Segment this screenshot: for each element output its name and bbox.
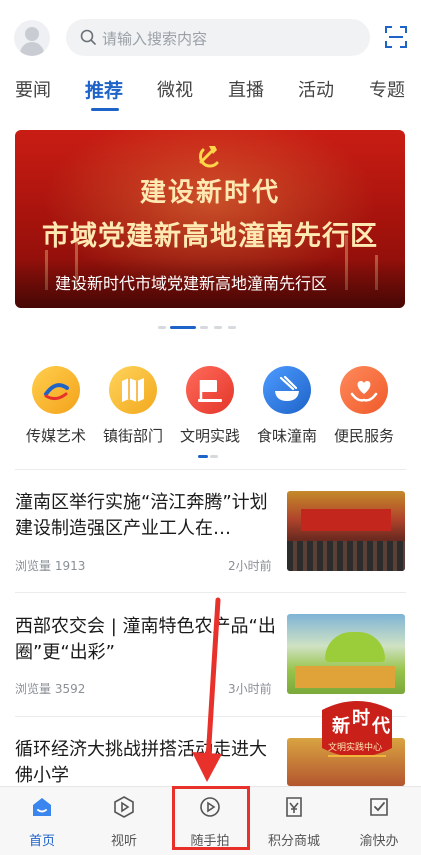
service-label: 食味潼南 — [256, 427, 317, 445]
service-page-dot — [210, 455, 218, 458]
service-tongnan-food[interactable]: 食味潼南 — [245, 366, 329, 446]
thumbnail-audience — [287, 541, 405, 571]
check-clipboard-icon — [370, 798, 388, 816]
nav-label: 首页 — [28, 834, 55, 849]
promo-char-3: 代 — [372, 716, 390, 737]
play-circle-icon — [114, 796, 134, 818]
party-emblem-icon — [198, 146, 219, 168]
carousel-dot — [158, 326, 166, 329]
thumbnail-booth — [325, 632, 385, 662]
nav-points-mall[interactable]: 积分商城 — [252, 795, 336, 849]
tab-tuijian[interactable]: 推荐 — [85, 76, 123, 103]
service-page-dot-active — [198, 455, 208, 458]
tab-zhuanti[interactable]: 专题 — [369, 76, 405, 102]
annotation-highlight-box — [172, 786, 250, 850]
avatar-body-shape — [20, 42, 44, 56]
promo-char-2: 时 — [352, 708, 370, 729]
tab-weishi[interactable]: 微视 — [157, 76, 193, 102]
carousel-dot — [228, 326, 236, 329]
media-art-icon — [32, 366, 80, 414]
divider — [15, 469, 406, 470]
service-media-art[interactable]: 传媒艺术 — [14, 366, 98, 446]
promo-char-1: 新 — [332, 716, 350, 737]
banner-carousel[interactable]: 建设新时代 市域党建新高地潼南先行区 建设新时代市域党建新高地潼南先行区 — [15, 130, 405, 308]
service-label: 传媒艺术 — [25, 427, 86, 445]
nav-home[interactable]: 首页 — [0, 795, 84, 849]
tab-yaowen[interactable]: 要闻 — [15, 76, 51, 102]
nav-yu-kuai-ban[interactable]: 渝快办 — [337, 795, 421, 849]
thumbnail-stage-banner — [301, 509, 391, 531]
search-placeholder: 请输入搜索内容 — [102, 30, 208, 48]
promo-caption: 文明实践中心 — [328, 743, 383, 753]
home-icon — [33, 798, 51, 816]
tab-huodong[interactable]: 活动 — [298, 76, 334, 102]
top-bar: 请输入搜索内容 — [0, 0, 421, 74]
heart-hand-icon — [340, 366, 388, 414]
map-icon — [109, 366, 157, 414]
news-thumbnail[interactable] — [287, 614, 405, 694]
thumbnail-counter — [295, 666, 395, 688]
news-title[interactable]: 西部农交会 | 潼南特色农产品“出圈”更“出彩” — [15, 614, 277, 666]
carousel-dot — [214, 326, 222, 329]
flag-icon — [186, 366, 234, 414]
service-civilization-practice[interactable]: 文明实践 — [168, 366, 252, 446]
avatar[interactable] — [14, 20, 50, 56]
banner-subheadline: 市域党建新高地潼南先行区 — [42, 221, 378, 252]
news-title[interactable]: 潼南区举行实施“涪江奔腾”计划建设制造强区产业工人在… — [15, 490, 277, 542]
news-title[interactable]: 循环经济大挑战拼搭活动走进大佛小学 — [15, 737, 277, 789]
banner-headline: 建设新时代 — [139, 178, 280, 208]
service-label: 便民服务 — [333, 427, 394, 445]
nav-label: 积分商城 — [267, 834, 320, 849]
civilization-center-promo[interactable]: 新 时 代 文明实践中心 — [314, 696, 400, 770]
food-bowl-icon — [263, 366, 311, 414]
service-label: 镇街部门 — [102, 427, 163, 445]
service-convenience[interactable]: 便民服务 — [322, 366, 406, 446]
service-label: 文明实践 — [179, 427, 240, 445]
search-box[interactable]: 请输入搜索内容 — [66, 19, 370, 56]
news-views: 浏览量 1913 — [15, 559, 86, 573]
nav-label: 渝快办 — [359, 834, 399, 849]
divider — [15, 592, 406, 593]
carousel-dot-active — [170, 326, 196, 329]
tab-zhibo[interactable]: 直播 — [228, 76, 264, 102]
nav-label: 视听 — [110, 834, 137, 849]
news-time: 2小时前 — [228, 559, 272, 573]
banner-caption: 建设新时代市域党建新高地潼南先行区 — [55, 274, 328, 293]
points-mall-icon — [286, 797, 302, 817]
service-town-departments[interactable]: 镇街部门 — [91, 366, 175, 446]
carousel-dot — [200, 326, 208, 329]
search-icon — [80, 29, 96, 45]
scan-icon[interactable] — [384, 25, 408, 49]
news-thumbnail[interactable] — [287, 491, 405, 571]
nav-audio-video[interactable]: 视听 — [82, 795, 166, 849]
avatar-head-shape — [25, 27, 39, 41]
news-time: 3小时前 — [228, 682, 272, 696]
news-views: 浏览量 3592 — [15, 682, 86, 696]
active-tab-indicator — [91, 108, 119, 111]
channel-tabs: 要闻 推荐 微视 直播 活动 专题 — [0, 74, 421, 118]
